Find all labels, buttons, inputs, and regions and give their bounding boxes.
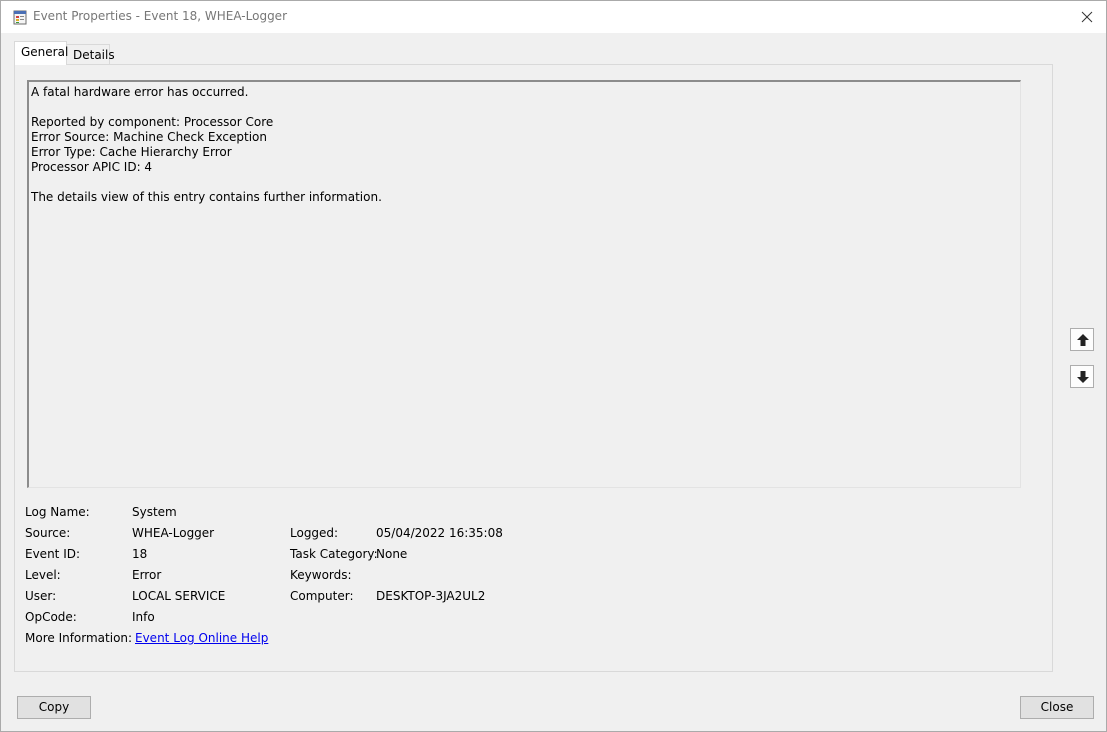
level-value: Error <box>132 568 162 582</box>
source-value: WHEA-Logger <box>132 526 215 540</box>
event-viewer-icon <box>13 10 27 25</box>
task-category-label: Task Category: <box>290 547 378 561</box>
copy-button[interactable]: Copy <box>17 696 91 719</box>
general-tab-panel: A fatal hardware error has occurred. Rep… <box>14 64 1053 672</box>
logged-label: Logged: <box>290 526 339 540</box>
opcode-label: OpCode: <box>25 610 77 624</box>
log-name-label: Log Name: <box>25 505 90 519</box>
arrow-up-icon <box>1077 334 1089 346</box>
description-line: Processor APIC ID: 4 <box>31 160 153 174</box>
next-event-button[interactable] <box>1070 365 1094 388</box>
window-title: Event Properties - Event 18, WHEA-Logger <box>33 9 287 23</box>
computer-label: Computer: <box>290 589 354 603</box>
description-line <box>31 175 1018 190</box>
level-label: Level: <box>25 568 61 582</box>
keywords-label: Keywords: <box>290 568 352 582</box>
user-value: LOCAL SERVICE <box>132 589 226 603</box>
event-description[interactable]: A fatal hardware error has occurred. Rep… <box>27 80 1021 488</box>
task-category-value: None <box>376 547 408 561</box>
previous-event-button[interactable] <box>1070 328 1094 351</box>
event-properties-window: Event Properties - Event 18, WHEA-Logger… <box>0 0 1107 732</box>
computer-value: DESKTOP-3JA2UL2 <box>376 589 486 603</box>
logged-value: 05/04/2022 16:35:08 <box>376 526 503 540</box>
opcode-value: Info <box>132 610 155 624</box>
user-label: User: <box>25 589 57 603</box>
close-button[interactable]: Close <box>1020 696 1094 719</box>
title-bar: Event Properties - Event 18, WHEA-Logger <box>1 1 1106 33</box>
description-line: Error Type: Cache Hierarchy Error <box>31 145 232 159</box>
event-id-label: Event ID: <box>25 547 81 561</box>
description-line: The details view of this entry contains … <box>31 190 382 204</box>
source-label: Source: <box>25 526 71 540</box>
arrow-down-icon <box>1077 371 1089 383</box>
description-line: Error Source: Machine Check Exception <box>31 130 267 144</box>
close-icon[interactable] <box>1074 5 1100 29</box>
log-name-value: System <box>132 505 177 519</box>
event-id-value: 18 <box>132 547 148 561</box>
description-line: Reported by component: Processor Core <box>31 115 274 129</box>
description-line: A fatal hardware error has occurred. <box>31 85 249 99</box>
description-line <box>31 100 1018 115</box>
more-information-label: More Information: <box>25 631 133 645</box>
event-log-online-help-link[interactable]: Event Log Online Help <box>135 631 268 645</box>
tab-general[interactable]: General <box>14 41 68 65</box>
tab-details[interactable]: Details <box>67 44 115 66</box>
